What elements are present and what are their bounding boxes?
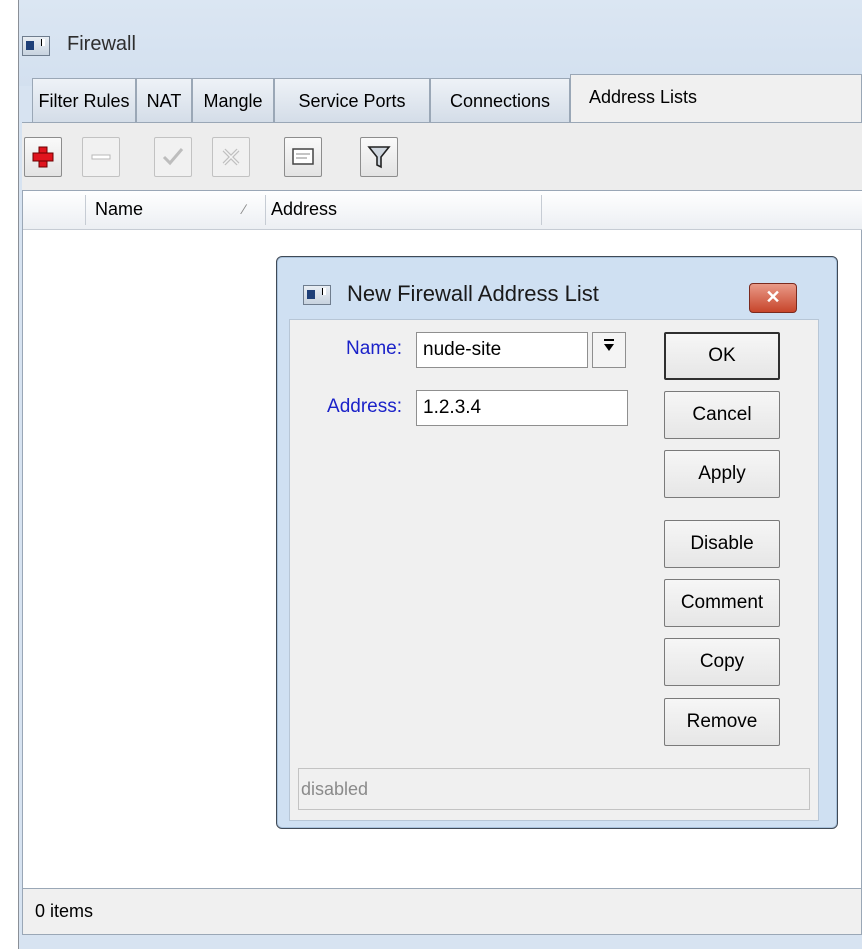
filter-button[interactable] [360,137,398,177]
tab-address-lists[interactable]: Address Lists [570,74,862,122]
remove-button[interactable] [82,137,120,177]
tab-nat[interactable]: NAT [136,78,192,122]
copy-button[interactable]: Copy [664,638,780,686]
cross-icon [213,138,249,176]
window-icon [22,36,50,56]
comment-button[interactable]: Comment [664,579,780,627]
dialog-body: Name: nude-site Address: 1.2.3.4 OK Canc… [289,319,819,821]
remove-button[interactable]: Remove [664,698,780,746]
column-header-address[interactable]: Address [271,199,337,220]
address-label: Address: [327,396,402,417]
name-dropdown-button[interactable] [592,332,626,368]
tab-bar: Filter Rules NAT Mangle Service Ports Co… [22,74,862,122]
column-header-name[interactable]: Name [95,199,143,220]
status-bar: 0 items [22,889,862,935]
plus-icon [25,138,61,176]
close-icon: ✕ [765,287,781,307]
dialog-status: disabled [298,768,810,810]
close-button[interactable]: ✕ [749,283,797,313]
dialog-title: New Firewall Address List [347,281,599,306]
name-input[interactable]: nude-site [416,332,588,368]
disable-button[interactable] [212,137,250,177]
tab-connections[interactable]: Connections [430,78,570,122]
disable-button[interactable]: Disable [664,520,780,568]
address-input[interactable]: 1.2.3.4 [416,390,628,426]
enable-button[interactable] [154,137,192,177]
item-count: 0 items [35,901,94,921]
ok-button[interactable]: OK [664,332,780,380]
name-label: Name: [346,338,402,359]
sort-indicator-icon: ∕ [243,201,246,217]
chevron-down-icon [602,339,616,357]
add-button[interactable] [24,137,62,177]
tab-filter-rules[interactable]: Filter Rules [32,78,136,122]
check-icon [155,138,191,176]
window-title: Firewall [67,33,136,55]
toolbar [22,122,862,191]
comment-button[interactable] [284,137,322,177]
cancel-button[interactable]: Cancel [664,391,780,439]
minus-icon [83,138,119,176]
dialog-icon [303,285,331,305]
tab-service-ports[interactable]: Service Ports [274,78,430,122]
new-address-list-dialog: New Firewall Address List ✕ Name: nude-s… [276,256,838,829]
table-header: Name ∕ Address [23,191,862,230]
filter-icon [361,138,397,176]
note-icon [285,138,321,176]
apply-button[interactable]: Apply [664,450,780,498]
tab-mangle[interactable]: Mangle [192,78,274,122]
